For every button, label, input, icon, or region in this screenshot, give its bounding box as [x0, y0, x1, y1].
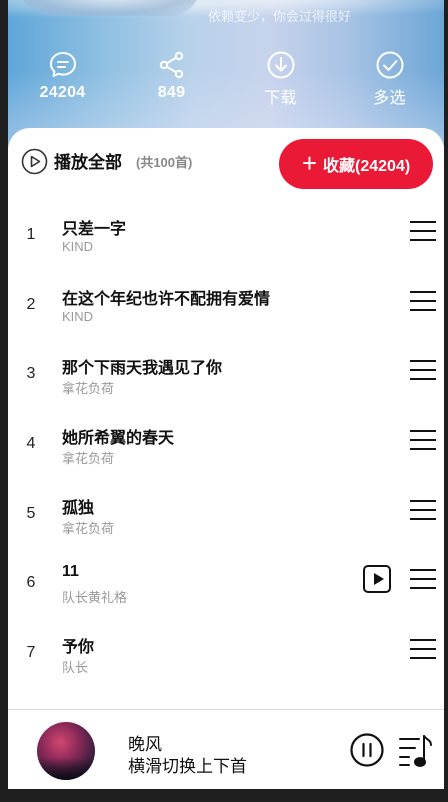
playlist-icon[interactable] [397, 732, 435, 770]
share-icon [159, 51, 183, 79]
album-cover[interactable] [37, 722, 95, 780]
play-all-label[interactable]: 播放全部 [54, 148, 122, 173]
song-artist: 拿花负荷 [62, 451, 115, 467]
song-index: 2 [26, 295, 36, 313]
song-count: (共100首) [136, 155, 193, 170]
more-menu-icon[interactable] [410, 290, 436, 312]
song-index: 7 [26, 644, 36, 662]
song-title: 只差一字 [62, 221, 127, 238]
comment-icon [49, 52, 76, 77]
window-bottom-edge [0, 789, 448, 802]
collect-label: 收藏(24204) [323, 158, 411, 175]
multi-select-button[interactable]: 多选 [335, 50, 444, 114]
song-list: 1 只差一字 KIND 2 在这个年纪也许不配拥有爱情 KIND 3 那个下雨天… [8, 198, 444, 686]
song-row[interactable]: 3 那个下雨天我遇见了你 拿花负荷 [8, 337, 444, 407]
song-index: 5 [26, 504, 36, 522]
share-button[interactable]: 849 [117, 50, 226, 114]
song-row[interactable]: 4 她所希翼的春天 拿花负荷 [8, 407, 444, 477]
download-icon [267, 51, 294, 79]
song-title: 在这个年纪也许不配拥有爱情 [62, 290, 271, 308]
more-menu-icon[interactable] [410, 638, 436, 660]
playlist-description[interactable]: 依赖变少，你会过得很好 [208, 6, 351, 25]
comment-count: 24204 [39, 84, 86, 101]
phone-screen: 依赖变少，你会过得很好 24204 849 下载 多选 播放全部 (共100首)… [8, 0, 444, 802]
song-artist: 队长黄礼格 [62, 590, 128, 606]
mv-play-icon[interactable] [363, 565, 391, 594]
song-artist: KIND [62, 239, 94, 254]
song-row[interactable]: 5 孤独 拿花负荷 [8, 477, 444, 547]
download-button[interactable]: 下载 [226, 50, 335, 114]
play-all-icon[interactable] [21, 148, 48, 175]
collect-button[interactable]: + 收藏(24204) [279, 139, 433, 189]
comment-button[interactable]: 24204 [8, 50, 117, 114]
multi-select-label: 多选 [373, 90, 406, 107]
song-index: 4 [26, 435, 36, 453]
song-title: 她所希翼的春天 [62, 430, 175, 448]
song-row[interactable]: 7 予你 队长 [8, 616, 444, 686]
more-menu-icon[interactable] [410, 220, 436, 242]
song-artist: 拿花负荷 [62, 520, 115, 536]
song-row[interactable]: 6 11 队长黄礼格 [8, 546, 444, 616]
more-menu-icon[interactable] [410, 429, 436, 451]
mini-player[interactable]: 晚风 横滑切换上下首 [8, 709, 444, 789]
cover-blur-shape [20, 0, 200, 16]
song-list-sheet: 播放全部 (共100首) + 收藏(24204) 1 只差一字 KIND 2 在… [8, 128, 444, 709]
plus-icon: + [301, 147, 318, 178]
download-label: 下载 [264, 90, 297, 107]
play-all-bar: 播放全部 (共100首) + 收藏(24204) [8, 128, 444, 190]
now-playing-hint: 横滑切换上下首 [128, 757, 247, 776]
song-artist: 队长 [62, 660, 89, 676]
multi-select-icon [376, 51, 403, 79]
more-menu-icon[interactable] [410, 568, 436, 590]
song-title: 那个下雨天我遇见了你 [62, 360, 223, 378]
more-menu-icon[interactable] [410, 499, 436, 521]
song-row[interactable]: 1 只差一字 KIND [8, 198, 444, 268]
share-count: 849 [157, 84, 186, 101]
song-artist: 拿花负荷 [62, 381, 115, 397]
song-index: 1 [26, 226, 36, 243]
song-title: 予你 [62, 639, 95, 657]
more-menu-icon[interactable] [410, 359, 436, 381]
song-index: 6 [26, 574, 36, 592]
song-index: 3 [26, 365, 36, 383]
pause-icon[interactable] [350, 733, 384, 767]
song-title: 孤独 [62, 499, 95, 517]
header-actions: 24204 849 下载 多选 [8, 50, 444, 114]
song-title: 11 [62, 563, 79, 581]
song-row[interactable]: 2 在这个年纪也许不配拥有爱情 KIND [8, 268, 444, 338]
song-artist: KIND [62, 308, 94, 324]
